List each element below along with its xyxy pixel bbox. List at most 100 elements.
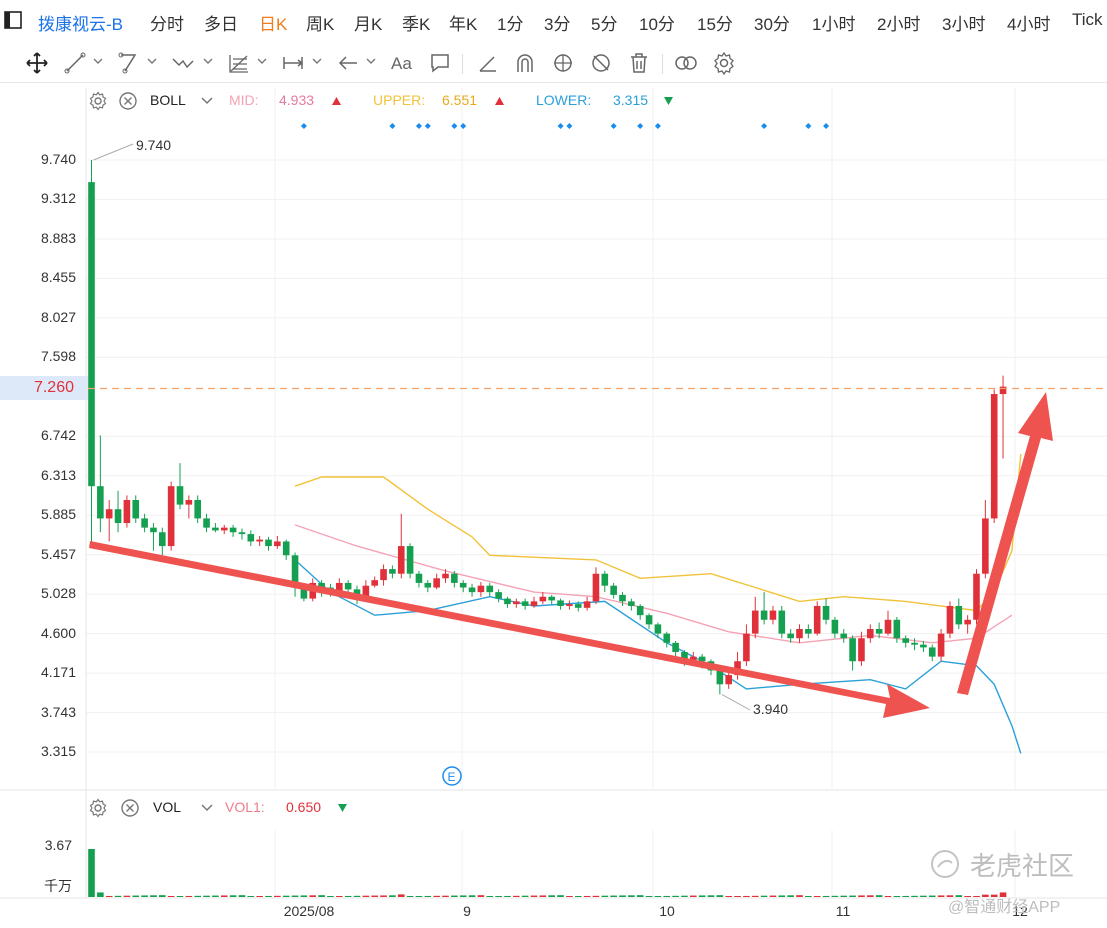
candle-body [743,633,750,662]
tab-1[interactable]: 多日 [204,10,238,35]
date-tick-label: 2025/08 [283,903,335,919]
measure-icon[interactable] [281,51,305,75]
tab-0[interactable]: 分时 [150,10,184,35]
vol-axis-unit: 千万 [44,878,72,894]
volume-bar [725,896,732,897]
low-leader-line [721,693,751,711]
boll-legend: BOLL MID: 4.933 UPPER: 6.551 LOWER: 3.31… [88,90,788,112]
gear-icon[interactable] [88,798,108,818]
candle-body [831,619,839,634]
uptrend-arrow [957,392,1053,695]
volume-bar [734,896,741,897]
volume-bar [389,895,396,897]
kline-chart[interactable]: 9.740 3.940 E [0,0,1107,928]
down-triangle-icon [664,97,673,105]
tab-9[interactable]: 5分 [591,10,617,35]
candle-body [920,644,927,648]
volume-bar [309,895,317,897]
watermark-source: @智通财经APP [948,899,1061,916]
volume-bar [690,895,697,897]
stock-name-tab[interactable]: 拨康视云-B [38,10,123,35]
move-icon[interactable] [25,51,49,75]
candle-body [548,596,555,601]
close-icon[interactable] [118,91,138,111]
tab-2[interactable]: 日K [259,10,287,35]
candle-body [601,573,609,586]
tab-15[interactable]: 3小时 [942,10,985,35]
trash-icon[interactable] [627,51,651,75]
volume-bar [327,896,334,897]
close-icon[interactable] [120,798,140,818]
fib-icon[interactable] [227,51,251,75]
candle-body [566,604,573,606]
event-marker [424,123,431,129]
tab-12[interactable]: 30分 [754,10,790,35]
chevron-down-icon[interactable] [147,56,157,66]
tab-16[interactable]: 4小时 [1007,10,1050,35]
tab-8[interactable]: 3分 [544,10,570,35]
candle-body [990,394,998,519]
compare-icon[interactable] [674,51,698,75]
lock-icon[interactable] [551,51,575,75]
candle-body [88,182,95,487]
boll-lower-label: LOWER: [536,92,592,108]
candle-body [813,605,821,634]
candle-body [858,638,865,662]
tab-14[interactable]: 2小时 [877,10,920,35]
segment-icon[interactable] [117,51,141,75]
price-tick-label: 6.742 [40,427,76,444]
panel-toggle-icon[interactable] [4,11,22,29]
comment-icon[interactable] [428,51,452,75]
chevron-down-icon[interactable] [366,56,376,66]
volume-bar [238,895,246,897]
chevron-down-icon[interactable] [200,93,214,107]
candle-body [557,600,564,606]
line-icon[interactable] [63,51,87,75]
event-e-label: E [448,770,456,784]
tab-5[interactable]: 季K [402,10,430,35]
tab-7[interactable]: 1分 [497,10,523,35]
volume-bar [371,895,378,897]
price-tick-label: 3.743 [40,703,76,720]
event-marker [823,123,830,129]
tab-13[interactable]: 1小时 [812,10,855,35]
magnet-icon[interactable] [513,51,537,75]
chevron-down-icon[interactable] [200,800,214,814]
price-tick-label: 8.027 [40,308,76,325]
chevron-down-icon[interactable] [312,56,322,66]
settings-icon[interactable] [712,51,736,76]
ruler-icon[interactable] [476,51,500,75]
vol-indicator-name: VOL [153,799,182,815]
tab-4[interactable]: 月K [354,10,382,35]
hide-icon[interactable] [589,51,613,75]
candle-body [291,555,299,588]
chevron-down-icon[interactable] [203,56,213,66]
tab-10[interactable]: 10分 [639,10,675,35]
gear-icon[interactable] [88,91,108,111]
volume-bar [486,896,494,897]
tab-11[interactable]: 15分 [697,10,733,35]
volume-bar [282,895,290,897]
tab-17[interactable]: Tick [1072,10,1103,30]
arrow-icon[interactable] [336,51,360,75]
current-price-label: 7.260 [33,379,74,396]
volume-bar [159,895,166,897]
wave-icon[interactable] [171,51,195,75]
candle-body [185,499,193,505]
candle-body [902,638,909,643]
vol-legend: VOL VOL1: 0.650 [88,797,488,819]
candle-body [212,527,219,531]
candle-body [955,605,963,625]
volume-bar [937,895,945,897]
candle-body [220,527,228,531]
chevron-down-icon[interactable] [93,56,103,66]
volume-bar [114,895,122,897]
volume-bar [336,896,343,897]
price-tick-label: 7.598 [40,348,76,365]
chevron-down-icon[interactable] [257,56,267,66]
current-price-tag: 7.260 [0,376,88,400]
tab-3[interactable]: 周K [306,10,334,35]
text-icon[interactable]: Aa [390,51,414,75]
tab-6[interactable]: 年K [449,10,477,35]
candle-body [645,615,653,625]
